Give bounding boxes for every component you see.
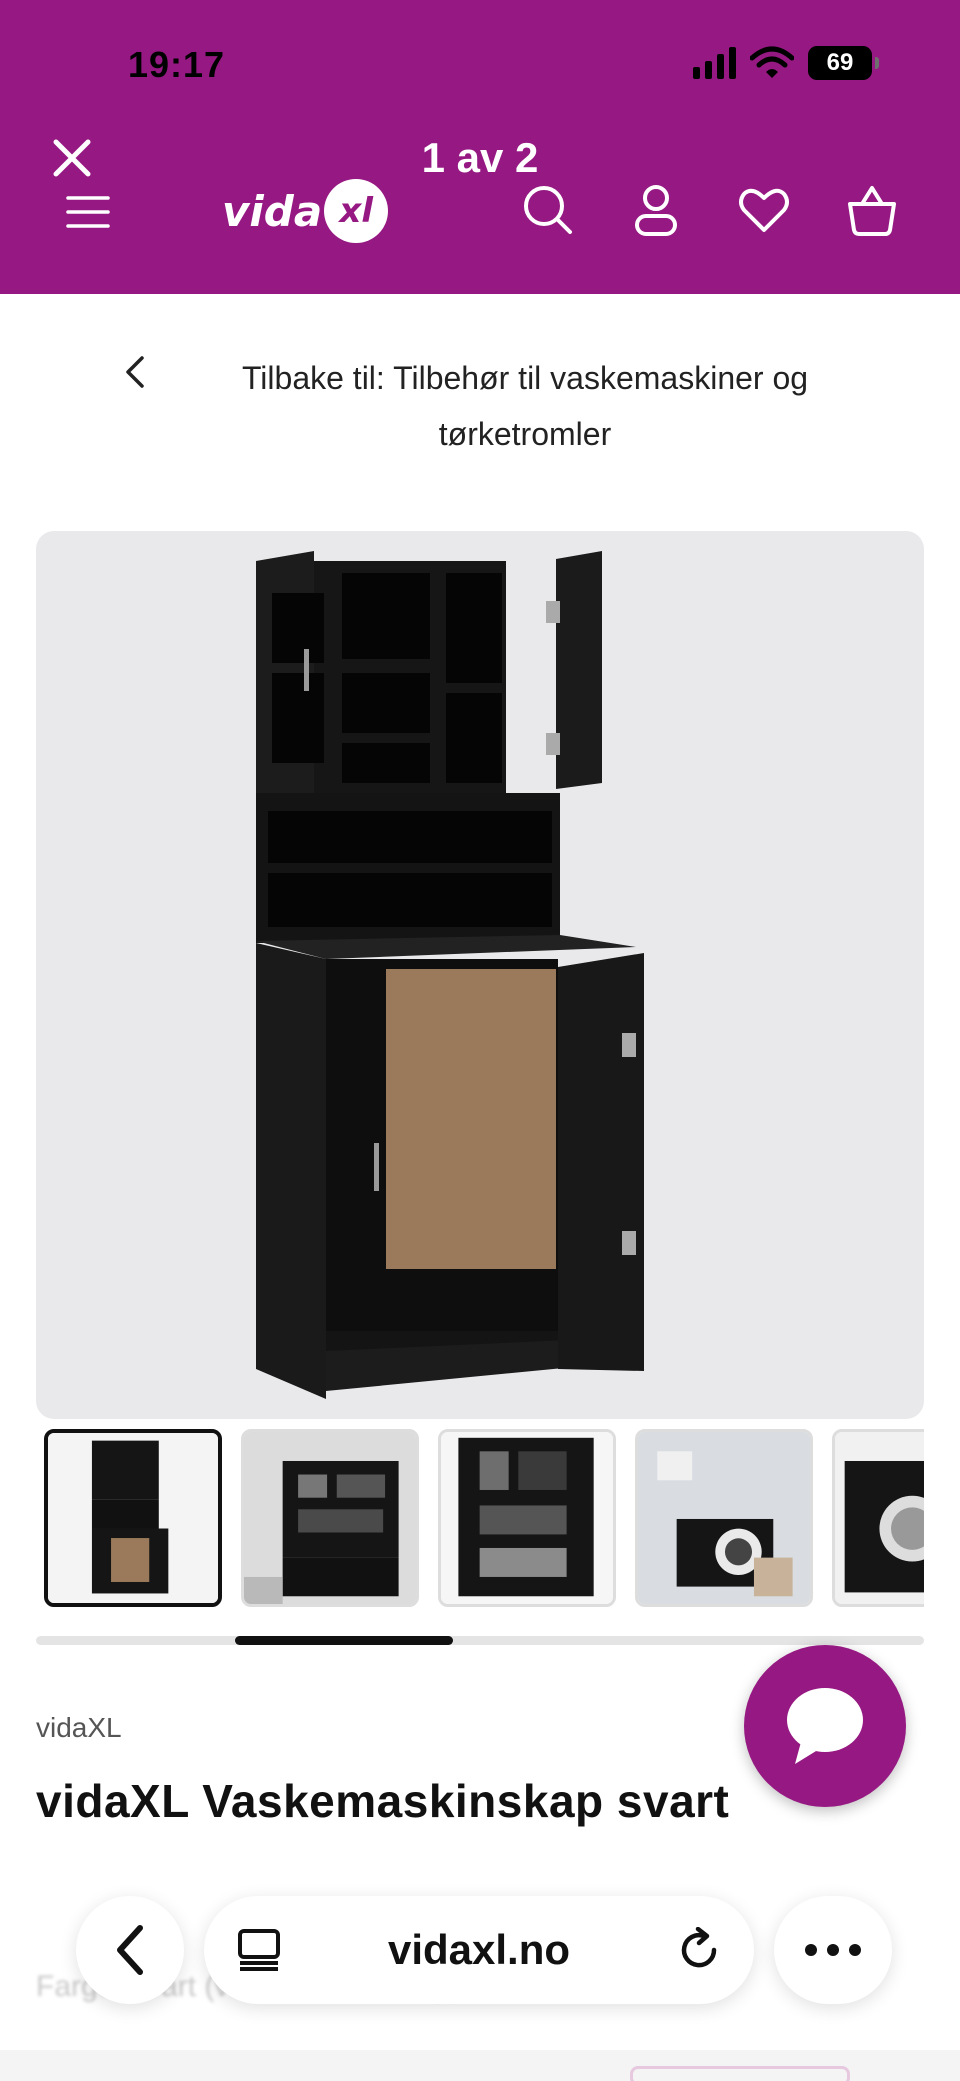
thumbnail-4-image — [638, 1432, 810, 1604]
thumbnail-1-image — [48, 1433, 218, 1603]
more-button[interactable] — [774, 1896, 892, 2004]
account-icon[interactable] — [628, 182, 684, 238]
search-icon[interactable] — [520, 182, 576, 238]
thumbnail-5-image — [835, 1432, 924, 1604]
thumbnail-strip[interactable] — [44, 1429, 924, 1611]
product-brand[interactable]: vidaXL — [36, 1712, 122, 1744]
thumbnail-5[interactable] — [832, 1429, 924, 1607]
menu-icon[interactable] — [64, 194, 112, 230]
gallery-counter: 1 av 2 — [421, 134, 539, 181]
thumbnail-3-image — [441, 1432, 613, 1604]
thumbnail-4[interactable] — [635, 1429, 813, 1607]
basket-icon[interactable] — [844, 182, 900, 238]
logo-text: vida — [222, 186, 323, 236]
scrollbar-thumb[interactable] — [235, 1636, 453, 1645]
chevron-left-icon — [126, 356, 144, 388]
back-to-category-link[interactable]: Tilbake til: Tilbehør til vaskemaskiner … — [110, 350, 870, 462]
top-header: 19:17 69 1 av 2 vida xl — [0, 0, 960, 294]
chat-button[interactable] — [744, 1645, 906, 1807]
status-time: 19:17 — [128, 44, 226, 85]
thumbnail-scrollbar[interactable] — [36, 1636, 924, 1645]
tabs-icon[interactable] — [236, 1927, 282, 1973]
browser-back-button[interactable] — [76, 1896, 184, 2004]
product-title: vidaXL Vaskemaskinskap svart — [36, 1775, 730, 1827]
chat-icon — [787, 1688, 863, 1764]
battery-icon: 69 — [808, 46, 879, 80]
logo-badge: xl — [324, 179, 389, 243]
main-product-image[interactable] — [36, 531, 924, 1419]
thumbnail-3[interactable] — [438, 1429, 616, 1607]
chevron-left-icon — [117, 1925, 143, 1975]
address-bar[interactable]: vidaxl.no — [204, 1896, 754, 2004]
thumbnail-1[interactable] — [44, 1429, 222, 1607]
url-text: vidaxl.no — [387, 1926, 571, 1973]
battery-level: 69 — [826, 49, 854, 76]
more-icon — [805, 1944, 861, 1956]
back-link-text: Tilbake til: Tilbehør til vaskemaskiner … — [241, 360, 809, 452]
heart-icon[interactable] — [736, 182, 792, 238]
reload-icon[interactable] — [676, 1927, 722, 1973]
status-indicators: 69 — [693, 46, 879, 80]
vidaxl-logo[interactable]: vida xl — [222, 176, 389, 246]
thumbnail-2[interactable] — [241, 1429, 419, 1607]
cellular-signal-icon — [693, 47, 736, 79]
browser-toolbar: vidaxl.no — [0, 1880, 960, 2020]
bottom-chip-peek — [630, 2066, 850, 2081]
thumbnail-2-image — [244, 1432, 416, 1604]
cabinet-illustration — [256, 551, 644, 1399]
wifi-icon — [750, 46, 794, 78]
